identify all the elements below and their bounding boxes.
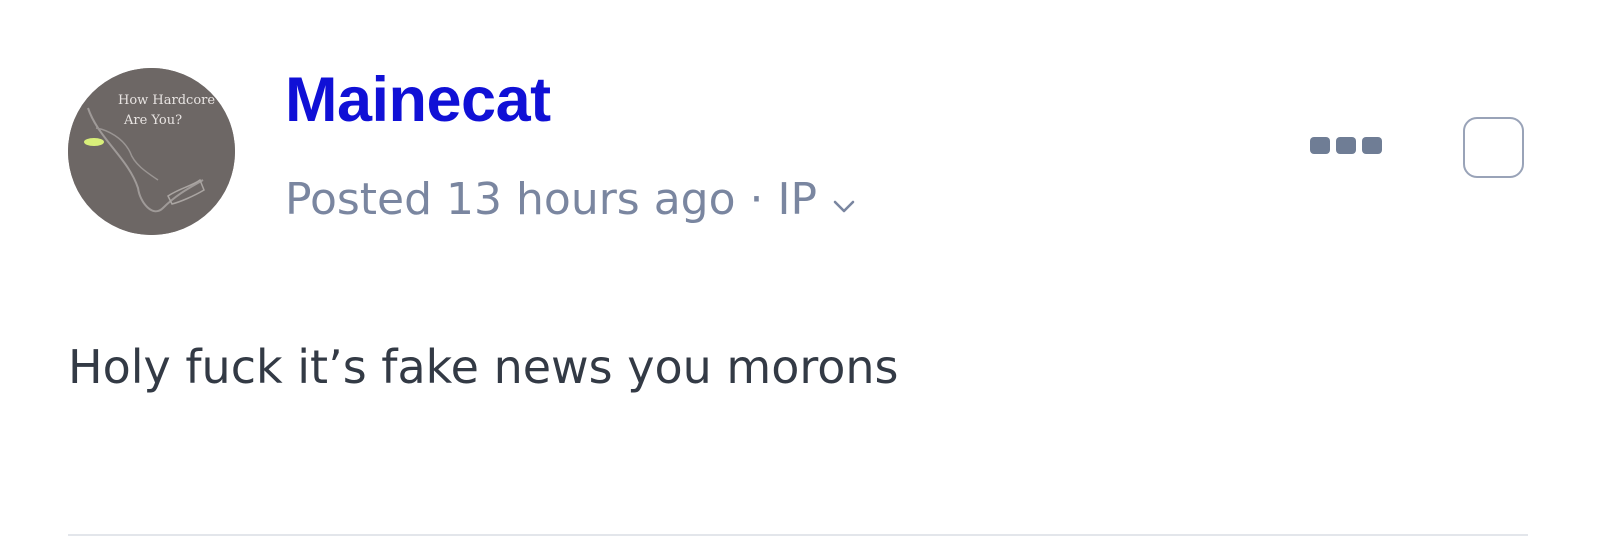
source-label[interactable]: IP xyxy=(778,170,818,230)
post-body: Holy fuck it’s fake news you morons xyxy=(68,340,899,394)
more-options-icon xyxy=(1310,136,1330,154)
avatar[interactable]: How Hardcore Are You? xyxy=(68,68,235,235)
chevron-down-icon[interactable] xyxy=(833,170,855,230)
author-name[interactable]: Mainecat xyxy=(285,62,551,138)
post-card: How Hardcore Are You? Mainecat Posted 13… xyxy=(0,0,1600,560)
avatar-text-line1: How Hardcore xyxy=(118,93,215,108)
posted-time: Posted 13 hours ago xyxy=(285,174,736,225)
meta-separator: · xyxy=(749,174,764,225)
select-checkbox[interactable] xyxy=(1463,117,1524,178)
post-meta: Posted 13 hours ago · IP xyxy=(285,170,855,230)
more-options-dot xyxy=(1336,136,1356,154)
more-options-dot xyxy=(1362,136,1382,154)
divider xyxy=(68,534,1528,536)
more-options-button[interactable] xyxy=(1310,130,1382,160)
avatar-text-line2: Are You? xyxy=(123,113,182,128)
avatar-image: How Hardcore Are You? xyxy=(68,68,235,235)
